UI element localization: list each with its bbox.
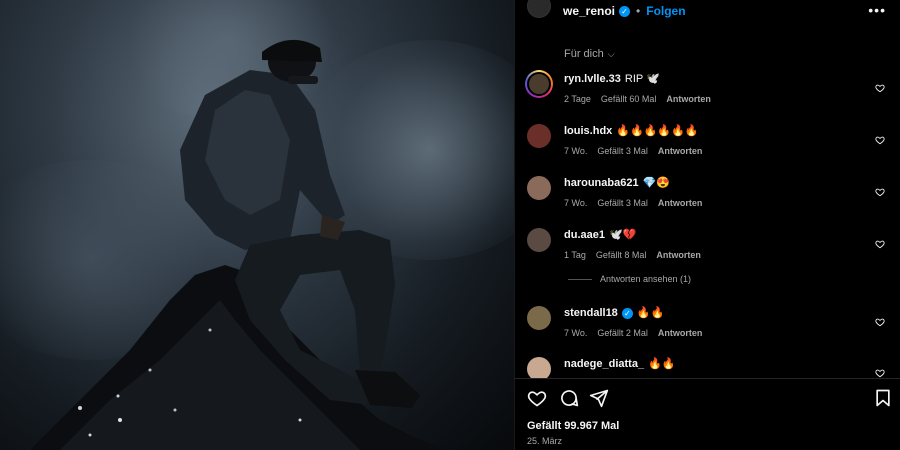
artist-on-rock-illustration (30, 39, 450, 450)
chevron-down-icon: ⌵ (607, 49, 615, 59)
follow-button[interactable]: Folgen (646, 4, 685, 18)
verified-badge-icon: ✓ (619, 5, 631, 17)
commenter-avatar[interactable] (527, 228, 551, 252)
comment-username[interactable]: du.aae1 (564, 229, 605, 241)
comment-likes[interactable]: Gefällt 3 Mal (597, 146, 648, 156)
comment-username[interactable]: louis.hdx (564, 125, 612, 137)
like-comment-heart-icon[interactable] (875, 83, 885, 93)
commenter-avatar[interactable] (527, 176, 551, 200)
comment-bubble-icon[interactable] (559, 388, 579, 408)
post-viewer: we_renoi ✓ • Folgen ••• Für dich ⌵ ryn.lv… (0, 0, 900, 450)
more-options-icon[interactable]: ••• (868, 2, 886, 18)
commenter-avatar[interactable] (527, 306, 551, 330)
comment-username[interactable]: stendall18 (564, 307, 618, 319)
post-header: we_renoi ✓ • Folgen ••• (515, 0, 900, 22)
comment-text: 🔥🔥 (636, 307, 665, 319)
like-comment-heart-icon[interactable] (875, 368, 885, 378)
comment-likes[interactable]: Gefällt 3 Mal (597, 198, 648, 208)
actions-divider (515, 378, 900, 379)
comment-text: 💎😍 (642, 177, 670, 189)
view-replies-label: Antworten ansehen (1) (600, 274, 692, 284)
avatar-image (527, 72, 551, 96)
comment-text: RIP 🕊️ (624, 73, 660, 85)
comment-username[interactable]: harounaba621 (564, 177, 639, 189)
commenter-avatar[interactable] (527, 124, 551, 148)
comment-username[interactable]: ryn.lvlle.33 (564, 73, 621, 85)
save-bookmark-icon[interactable] (873, 388, 893, 408)
verified-badge-icon: ✓ (621, 307, 633, 319)
post-image[interactable] (0, 0, 514, 450)
replies-line-divider (568, 279, 592, 281)
like-comment-heart-icon[interactable] (875, 317, 885, 327)
comment-time[interactable]: 7 Wo. (564, 328, 587, 338)
comment-time[interactable]: 7 Wo. (564, 198, 587, 208)
commenter-avatar[interactable] (525, 70, 553, 98)
post-date[interactable]: 25. März (527, 436, 562, 446)
reply-button[interactable]: Antworten (656, 250, 701, 260)
like-heart-icon[interactable] (527, 388, 547, 408)
reply-button[interactable]: Antworten (658, 328, 703, 338)
comment-text: 🕊️💔 (608, 229, 637, 241)
comment-likes[interactable]: Gefällt 8 Mal (596, 250, 647, 260)
separator-dot: • (636, 4, 641, 18)
comment-likes[interactable]: Gefällt 60 Mal (601, 94, 657, 104)
comment-text: 🔥🔥🔥🔥🔥🔥 (616, 125, 699, 137)
reply-button[interactable]: Antworten (658, 198, 703, 208)
comments-panel: we_renoi ✓ • Folgen ••• Für dich ⌵ ryn.lv… (514, 0, 900, 450)
comment-sort-dropdown[interactable]: Für dich ⌵ (564, 48, 615, 60)
author-avatar[interactable] (527, 0, 551, 18)
comment-list[interactable]: ryn.lvlle.33 RIP 🕊️ 2 Tage Gefällt 60 Mal A… (515, 66, 900, 378)
comment-text: 🔥🔥 (648, 358, 676, 370)
share-send-icon[interactable] (589, 388, 609, 408)
reply-button[interactable]: Antworten (666, 94, 711, 104)
reply-button[interactable]: Antworten (658, 146, 703, 156)
commenter-avatar[interactable] (527, 357, 551, 378)
view-replies-button[interactable]: Antworten ansehen (1) (568, 274, 691, 284)
comment-time[interactable]: 1 Tag (564, 250, 586, 260)
like-comment-heart-icon[interactable] (875, 187, 885, 197)
post-actions-bar (527, 388, 891, 410)
likes-count[interactable]: Gefällt 99.967 Mal (527, 420, 619, 432)
comment-username[interactable]: nadege_diatta_ (564, 358, 644, 370)
comment-likes[interactable]: Gefällt 2 Mal (597, 328, 648, 338)
comment-time[interactable]: 2 Tage (564, 94, 591, 104)
like-comment-heart-icon[interactable] (875, 239, 885, 249)
comment-time[interactable]: 7 Wo. (564, 146, 587, 156)
author-username[interactable]: we_renoi (563, 4, 615, 18)
sort-label: Für dich (564, 48, 604, 60)
like-comment-heart-icon[interactable] (875, 135, 885, 145)
